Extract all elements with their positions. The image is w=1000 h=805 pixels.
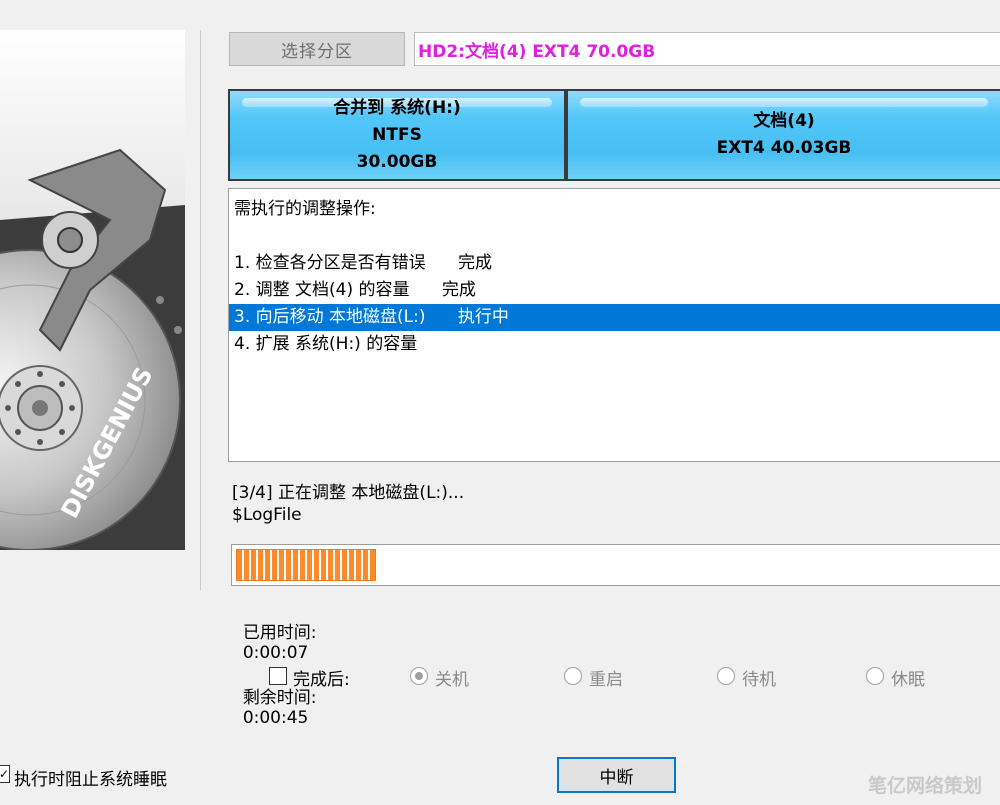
progress-step-text: [3/4] 正在调整 本地磁盘(L:)...	[232, 483, 465, 503]
panel-divider	[200, 30, 201, 590]
checkmark-icon: ✓	[0, 767, 9, 781]
operation-item[interactable]: 1. 检查各分区是否有错误 完成	[229, 250, 1000, 277]
radio-standby-label: 待机	[742, 670, 776, 690]
partition-name: 合并到 系统(H:)	[333, 97, 461, 118]
radio-hibernate-label: 休眠	[891, 670, 925, 690]
remaining-value: 0:00:45	[242, 708, 309, 728]
radio-standby[interactable]	[717, 667, 735, 685]
radio-restart-label: 重启	[589, 670, 623, 690]
radio-hibernate[interactable]	[866, 667, 884, 685]
partition-map: 合并到 系统(H:) NTFS 30.00GB 文档(4) EXT4 40.03…	[228, 89, 1000, 181]
radio-shutdown[interactable]	[410, 667, 428, 685]
operation-item[interactable]: 2. 调整 文档(4) 的容量 完成	[229, 277, 1000, 304]
operations-list[interactable]: 需执行的调整操作: 1. 检查各分区是否有错误 完成 2. 调整 文档(4) 的…	[228, 188, 1000, 462]
operation-item[interactable]: 4. 扩展 系统(H:) 的容量	[229, 331, 1000, 358]
operations-heading: 需执行的调整操作:	[234, 199, 376, 219]
prevent-sleep-checkbox[interactable]: ✓	[0, 765, 10, 783]
partition-block-documents[interactable]: 文档(4) EXT4 40.03GB	[566, 89, 1000, 181]
current-file-text: $LogFile	[232, 505, 302, 525]
prevent-sleep-label: 执行时阻止系统睡眠	[14, 770, 167, 790]
partition-block-system[interactable]: 合并到 系统(H:) NTFS 30.00GB	[228, 89, 566, 181]
radio-restart[interactable]	[564, 667, 582, 685]
abort-button[interactable]: 中断	[557, 757, 676, 793]
after-completion-label: 完成后:	[293, 670, 350, 690]
progress-bar	[231, 544, 1000, 586]
remaining-label: 剩余时间:	[242, 688, 317, 708]
operation-item-selected[interactable]: 3. 向后移动 本地磁盘(L:) 执行中	[229, 304, 1000, 331]
diskgenius-artwork: DISKGENIUS	[0, 30, 185, 550]
watermark: 笔亿网络策划	[868, 775, 983, 797]
time-readout: 已用时间: 0:00:07 剩余时间: 0:00:45	[232, 598, 317, 728]
partition-name: 文档(4)	[753, 111, 815, 131]
after-completion-checkbox[interactable]	[269, 667, 287, 685]
elapsed-value: 0:00:07	[242, 643, 309, 663]
partition-filesystem-size: EXT4 40.03GB	[716, 138, 852, 158]
elapsed-label: 已用时间:	[242, 623, 317, 643]
progress-bar-fill	[236, 549, 376, 581]
hard-drive-illustration: DISKGENIUS	[0, 30, 185, 550]
partition-filesystem: NTFS	[372, 124, 422, 145]
select-partition-button[interactable]: 选择分区	[229, 32, 405, 66]
radio-shutdown-label: 关机	[435, 670, 469, 690]
partition-size: 30.00GB	[356, 151, 438, 172]
partition-shine	[580, 98, 988, 107]
selected-partition-field: HD2:文档(4) EXT4 70.0GB	[414, 32, 1000, 66]
